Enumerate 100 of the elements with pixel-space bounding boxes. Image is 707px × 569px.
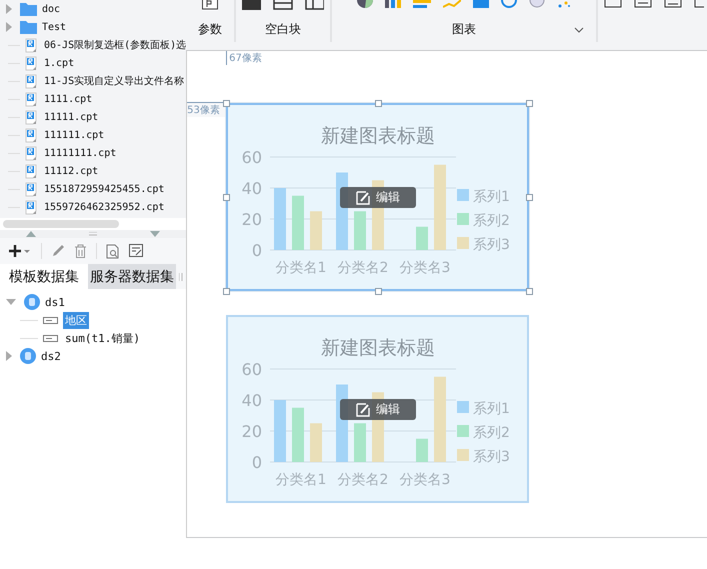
axis-tick-label: 60 <box>242 360 262 379</box>
report-file-icon <box>25 38 39 52</box>
bar <box>274 188 286 250</box>
widget-icon[interactable] <box>664 0 682 8</box>
resize-handle[interactable] <box>374 100 382 107</box>
category-label: 分类名2 <box>338 472 389 488</box>
legend-label: 系列1 <box>473 189 510 205</box>
category-label: 分类名1 <box>276 260 327 276</box>
resize-handle[interactable] <box>223 194 230 201</box>
trash-icon[interactable] <box>74 244 87 258</box>
axis-tick-label: 0 <box>252 453 262 472</box>
file-name[interactable]: 11-JS实现自定义导出文件名称 <box>44 74 184 88</box>
edit-icon <box>356 190 370 204</box>
widget-icon[interactable] <box>634 0 652 8</box>
axis-tick-label: 40 <box>242 179 262 198</box>
file-name[interactable]: 11112.cpt <box>44 166 98 176</box>
edit-button[interactable]: 编辑 <box>340 187 416 208</box>
bar <box>310 211 322 250</box>
folder-icon <box>20 2 37 16</box>
bar <box>354 423 366 462</box>
horizontal-bar-icon[interactable] <box>413 0 432 8</box>
bar <box>416 438 428 462</box>
chevron-down-icon[interactable] <box>574 27 584 33</box>
database-icon <box>20 348 36 364</box>
category-label: 分类名3 <box>400 260 451 276</box>
file-name[interactable]: 1.cpt <box>44 58 74 68</box>
preview-icon[interactable] <box>106 244 120 258</box>
radar-chart-icon[interactable] <box>529 0 546 8</box>
report-file-icon <box>25 146 39 160</box>
legend-label: 系列3 <box>473 237 510 253</box>
widget-icon[interactable] <box>604 0 622 8</box>
report-file-icon <box>25 128 39 142</box>
legend-label: 系列1 <box>473 401 510 417</box>
layout-icon[interactable] <box>304 0 324 10</box>
resize-handle[interactable] <box>223 288 230 295</box>
legend-label: 系列2 <box>473 425 510 441</box>
resize-handle[interactable] <box>526 288 534 295</box>
dataset-name[interactable]: ds2 <box>41 350 61 362</box>
chart-widget[interactable]: 新建图表标题 0 20 40 60 分类名1 分类名2 分类名3 系列1 系列2 系列3 编辑 <box>226 315 530 503</box>
axis-tick-label: 60 <box>242 148 262 167</box>
resize-handle[interactable] <box>374 288 382 295</box>
file-name[interactable]: doc <box>42 4 60 14</box>
file-name[interactable]: 11111111.cpt <box>44 148 116 158</box>
axis-tick-label: 20 <box>242 210 262 229</box>
add-dropdown-icon[interactable] <box>8 244 32 258</box>
chart-widget[interactable]: 新建图表标题 0 20 40 60 分类名1 分类名2 分类名3 系列1 系列2 系列3 编辑 <box>226 103 530 291</box>
expand-arrow-icon[interactable] <box>6 351 12 361</box>
edit-dataset-icon[interactable] <box>129 244 144 258</box>
file-name[interactable]: 1559726462325952.cpt <box>44 202 164 212</box>
widget-icon[interactable] <box>694 0 704 8</box>
gauge-icon[interactable] <box>501 0 518 8</box>
report-file-icon <box>25 182 39 196</box>
category-label: 分类名3 <box>400 472 451 488</box>
expand-arrow-icon[interactable] <box>6 4 12 14</box>
bar <box>354 211 366 250</box>
legend-label: 系列3 <box>473 449 510 465</box>
scatter-chart-icon[interactable] <box>557 0 572 8</box>
ruler-measure-label: 67像素 <box>226 51 262 65</box>
chart-title: 新建图表标题 <box>321 125 436 147</box>
report-file-icon <box>25 56 39 70</box>
bar <box>416 226 428 250</box>
scrollbar-thumb[interactable] <box>3 220 119 228</box>
edit-button[interactable]: 编辑 <box>340 399 416 420</box>
category-label: 分类名2 <box>338 260 389 276</box>
dataset-tab[interactable]: 服务器数据集 <box>88 264 176 289</box>
file-name[interactable]: 1111.cpt <box>44 94 92 104</box>
file-name[interactable]: 06-JS限制复选框(参数面板)选 <box>44 38 186 52</box>
pencil-icon[interactable] <box>51 244 65 258</box>
dataset-tab[interactable]: 模板数据集 <box>0 264 88 289</box>
chart-title: 新建图表标题 <box>321 337 436 359</box>
dataset-name[interactable]: ds1 <box>45 296 65 308</box>
resize-handle[interactable] <box>526 194 534 201</box>
field-name[interactable]: sum(t1.销量) <box>63 330 142 346</box>
expand-arrow-icon[interactable] <box>6 299 16 305</box>
report-file-icon <box>25 200 39 214</box>
file-name[interactable]: 1551872959425455.cpt <box>44 184 164 194</box>
pie-chart-icon[interactable] <box>357 0 374 8</box>
bar-chart-icon[interactable] <box>385 0 402 8</box>
bar <box>310 423 322 462</box>
axis-tick-label: 40 <box>242 391 262 410</box>
file-name[interactable]: Test <box>42 22 66 32</box>
solid-block-icon[interactable] <box>242 0 262 10</box>
field-icon <box>43 334 58 342</box>
report-file-icon <box>25 92 39 106</box>
ribbon-group-label: 空白块 <box>265 21 302 38</box>
parameter-icon[interactable] <box>202 0 218 10</box>
ribbon-group-label: 图表 <box>452 21 476 38</box>
axis-tick-label: 0 <box>252 241 262 260</box>
bar <box>274 400 286 462</box>
line-chart-icon[interactable] <box>443 0 462 8</box>
grip-icon[interactable] <box>179 272 184 280</box>
expand-arrow-icon[interactable] <box>6 22 12 32</box>
file-name[interactable]: 111111.cpt <box>44 130 104 140</box>
resize-handle[interactable] <box>223 100 230 107</box>
file-name[interactable]: 11111.cpt <box>44 112 98 122</box>
grip-icon[interactable] <box>89 232 98 236</box>
area-chart-icon[interactable] <box>473 0 490 8</box>
layout-icon[interactable] <box>273 0 293 10</box>
resize-handle[interactable] <box>526 100 534 107</box>
report-file-icon <box>25 164 39 178</box>
